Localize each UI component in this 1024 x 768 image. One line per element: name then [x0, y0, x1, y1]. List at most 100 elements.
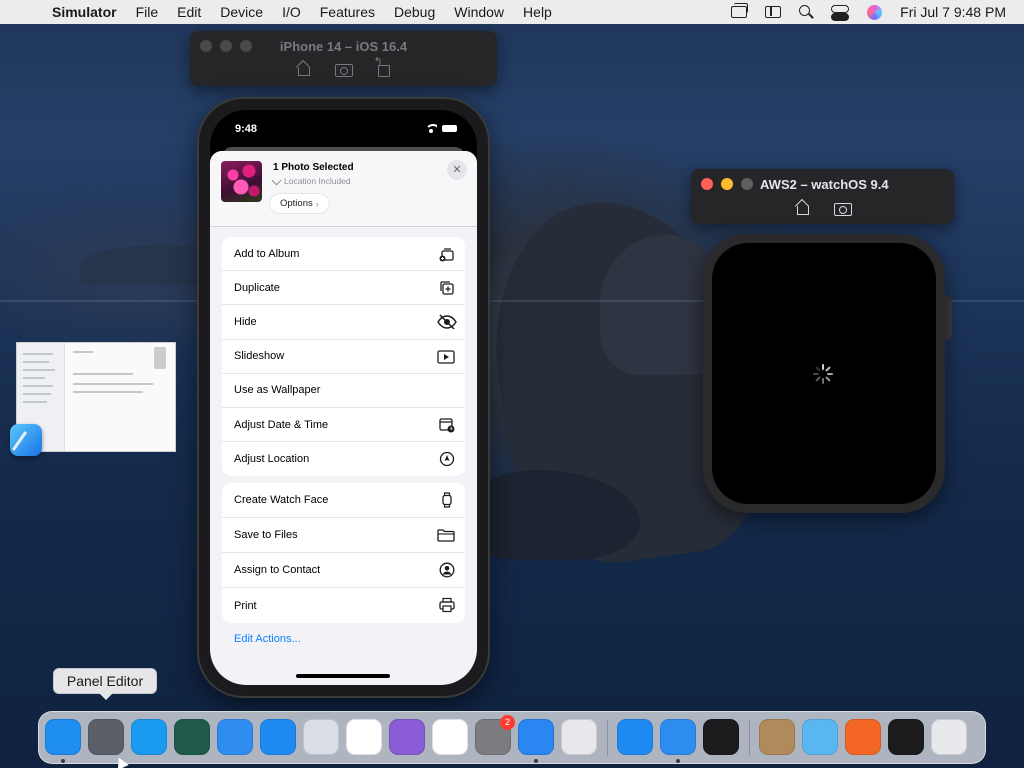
launchpad-icon[interactable] [561, 719, 597, 755]
options-label: Options [280, 198, 313, 209]
watch-window-title: AWS2 – watchOS 9.4 [760, 177, 889, 192]
eye-slash-icon [437, 314, 457, 330]
activity-monitor-icon[interactable] [703, 719, 739, 755]
xcode-app-badge-icon [10, 424, 42, 456]
menu-io[interactable]: I/O [282, 4, 301, 20]
folder-icon [437, 529, 455, 542]
action-adjust-date-time[interactable]: Adjust Date & Time [222, 407, 465, 443]
app-store-icon[interactable] [617, 719, 653, 755]
vscode-icon[interactable] [432, 719, 468, 755]
stage-manager-icon[interactable] [765, 6, 782, 18]
menu-bar: Simulator File Edit Device I/O Features … [0, 0, 1024, 24]
action-assign-to-contact[interactable]: Assign to Contact [222, 553, 465, 589]
menu-edit[interactable]: Edit [177, 4, 201, 20]
running-indicator [676, 759, 680, 763]
play-icon [437, 349, 455, 364]
activity-monitor-icon[interactable] [888, 719, 924, 755]
options-button[interactable]: Options › [270, 194, 329, 213]
iphone-simulator-toolbar: iPhone 14 – iOS 16.4 [190, 31, 497, 86]
action-label: Hide [234, 315, 257, 328]
action-adjust-location[interactable]: Adjust Location [222, 442, 465, 477]
archive-icon[interactable] [759, 719, 795, 755]
running-indicator [534, 759, 538, 763]
action-label: Use as Wallpaper [234, 384, 321, 397]
finder-icon[interactable] [45, 719, 81, 755]
action-use-as-wallpaper[interactable]: Use as Wallpaper [222, 373, 465, 408]
status-time: 9:48 [235, 123, 258, 135]
share-sheet-header: 1 Photo Selected Location Included Optio… [210, 151, 477, 227]
settings-icon[interactable]: 2 [475, 715, 515, 755]
home-icon[interactable] [295, 61, 313, 77]
action-label: Create Watch Face [234, 494, 329, 507]
duplicate-icon [440, 281, 454, 295]
screenshot-icon[interactable] [833, 200, 852, 216]
firefox-icon[interactable] [845, 719, 881, 755]
action-create-watch-face[interactable]: Create Watch Face [222, 483, 465, 519]
home-indicator[interactable] [296, 674, 390, 678]
time-machine-icon[interactable] [174, 719, 210, 755]
xcode-icon[interactable] [660, 719, 696, 755]
group-gap [222, 476, 465, 483]
dock: 2 [38, 711, 986, 764]
chevron-right-icon: › [315, 198, 319, 209]
screenshot-icon[interactable] [334, 61, 353, 77]
siri-icon[interactable] [867, 4, 883, 20]
watch-simulator-toolbar: AWS2 – watchOS 9.4 [691, 169, 954, 224]
menu-help[interactable]: Help [523, 4, 552, 20]
menu-window[interactable]: Window [454, 4, 504, 20]
home-icon[interactable] [794, 200, 812, 216]
action-label: Duplicate [234, 281, 280, 294]
simulator-icon[interactable] [518, 719, 554, 755]
edit-actions-link[interactable]: Edit Actions... [234, 633, 301, 645]
wifi-icon [425, 124, 437, 133]
menu-debug[interactable]: Debug [394, 4, 435, 20]
loading-spinner-icon [813, 364, 833, 384]
action-print[interactable]: Print [222, 588, 465, 624]
action-save-to-files[interactable]: Save to Files [222, 518, 465, 554]
action-duplicate[interactable]: Duplicate [222, 271, 465, 306]
add-to-album-icon [439, 248, 454, 262]
rotate-icon[interactable] [374, 55, 393, 77]
close-sheet-button[interactable]: ✕ [447, 160, 467, 180]
spotlight-search-icon[interactable] [799, 5, 813, 19]
action-add-to-album[interactable]: Add to Album [222, 237, 465, 272]
menu-file[interactable]: File [136, 4, 159, 20]
watch-window-controls [701, 178, 753, 190]
menu-device[interactable]: Device [220, 4, 263, 20]
share-sheet-subtitle: Location Included [271, 175, 351, 186]
share-sheet-title: 1 Photo Selected [273, 162, 354, 173]
trash-icon[interactable] [931, 719, 967, 755]
minimize-window-button[interactable] [721, 178, 733, 190]
action-label: Print [234, 599, 257, 612]
chrome-icon[interactable] [346, 719, 382, 755]
close-window-button[interactable] [701, 178, 713, 190]
menu-clock[interactable]: Fri Jul 7 9:48 PM [900, 4, 1006, 20]
action-hide[interactable]: Hide [222, 305, 465, 340]
screen-mirroring-icon[interactable] [731, 3, 749, 18]
dock-separator [607, 720, 608, 756]
iphone-window-title: iPhone 14 – iOS 16.4 [279, 39, 408, 54]
iphone-screen: 9:48 1 Photo Selected Location Included … [210, 110, 477, 685]
panel-editor-icon[interactable] [88, 719, 124, 755]
photo-thumbnail [221, 161, 262, 202]
menu-features[interactable]: Features [320, 4, 375, 20]
action-label: Adjust Date & Time [234, 418, 329, 431]
folder-icon[interactable] [802, 719, 838, 755]
battery-icon [442, 125, 457, 132]
safari-icon[interactable] [131, 719, 167, 755]
dock-tooltip: Panel Editor [53, 668, 157, 700]
watch-icon [442, 492, 452, 508]
location-label: Location Included [284, 176, 351, 186]
xcode-tools-icon[interactable] [303, 719, 339, 755]
control-center-icon[interactable] [831, 5, 850, 21]
app-store-icon[interactable] [260, 719, 296, 755]
mission-control-icon[interactable] [217, 719, 253, 755]
menu-app-name[interactable]: Simulator [52, 4, 117, 20]
dock-separator [749, 720, 750, 756]
visual-studio-icon[interactable] [389, 719, 425, 755]
zoom-window-button[interactable] [741, 178, 753, 190]
share-sheet: 1 Photo Selected Location Included Optio… [210, 151, 477, 685]
running-indicator [61, 759, 65, 763]
location-arrow-icon [271, 175, 282, 186]
action-slideshow[interactable]: Slideshow [222, 339, 465, 374]
